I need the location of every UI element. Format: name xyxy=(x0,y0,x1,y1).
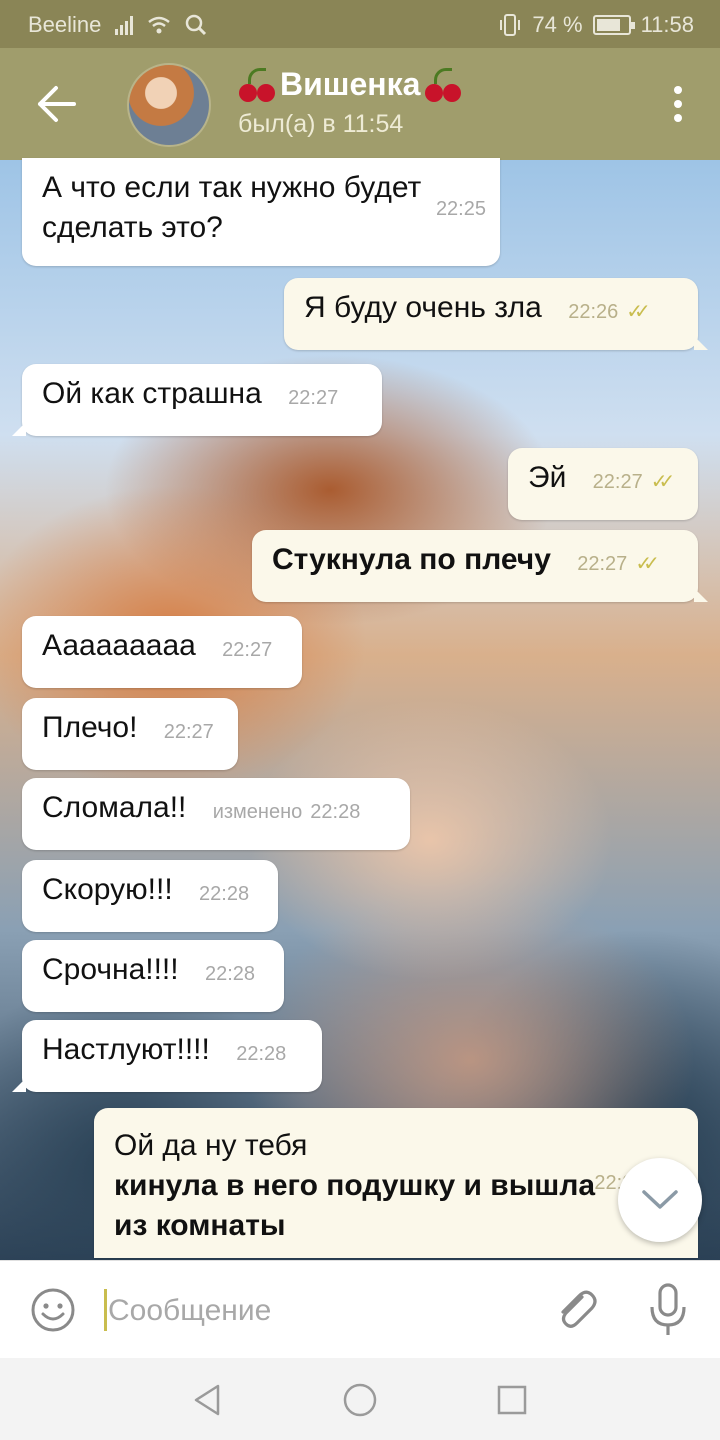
search-icon xyxy=(186,14,207,36)
chat-title-text: Вишенка xyxy=(280,66,421,102)
cherry-icon xyxy=(238,67,276,102)
system-nav-bar xyxy=(0,1358,720,1440)
message-bubble[interactable]: Сломала!! изменено 22:28 xyxy=(22,778,410,850)
read-checks-icon: ✓✓ xyxy=(635,553,659,575)
message-text: Сломала!! xyxy=(42,791,187,824)
message-time: 22:27 xyxy=(222,639,273,661)
battery-icon xyxy=(592,15,635,35)
message-time: 22:28 xyxy=(310,801,361,823)
carrier-name: Beeline xyxy=(28,12,102,37)
message-bubble[interactable]: Я буду очень зла 22:26 ✓✓ xyxy=(284,278,708,350)
edited-label: изменено xyxy=(212,801,303,823)
nav-recents-icon[interactable] xyxy=(492,1380,532,1420)
message-text: Плечо! xyxy=(42,711,138,744)
message-time: 22:27 xyxy=(163,721,214,743)
chat-header: Вишенка был(а) в 11:54 xyxy=(0,48,720,160)
message-bubble[interactable]: А что если так нужно будет сделать это? … xyxy=(22,158,500,266)
vibrate-icon xyxy=(500,14,521,36)
read-checks-icon: ✓✓ xyxy=(626,301,650,323)
message-bubble[interactable]: Плечо! 22:27 xyxy=(22,698,238,770)
message-text: Ой да ну тебя xyxy=(114,1129,308,1162)
message-time: 22:26 xyxy=(568,301,619,323)
message-text: А что если так нужно будет сделать это? xyxy=(42,171,422,244)
battery-percent: 74 % xyxy=(532,12,583,37)
message-bubble[interactable]: Скорую!!! 22:28 xyxy=(22,860,278,932)
scroll-down-button[interactable] xyxy=(618,1158,702,1242)
message-text: Ой как страшна xyxy=(42,377,262,410)
nav-back-icon[interactable] xyxy=(188,1380,228,1420)
message-text: Ааааааааа xyxy=(42,629,196,662)
nav-home-icon[interactable] xyxy=(340,1380,380,1420)
message-text: Настлуют!!!! xyxy=(42,1033,210,1066)
back-arrow-icon[interactable] xyxy=(34,84,78,124)
message-bubble[interactable]: Срочна!!!! 22:28 xyxy=(22,940,284,1012)
message-input-bar xyxy=(0,1260,720,1358)
last-seen-status: был(а) в 11:54 xyxy=(238,110,404,138)
message-text: Стукнула по плечу xyxy=(272,543,551,576)
message-bubble[interactable]: Ааааааааа 22:27 xyxy=(22,616,302,688)
microphone-icon[interactable] xyxy=(646,1283,690,1337)
emoji-icon[interactable] xyxy=(30,1287,76,1333)
message-time: 22:28 xyxy=(199,883,250,905)
wifi-icon xyxy=(148,16,171,34)
message-time: 22:27 xyxy=(577,553,628,575)
more-vert-icon[interactable] xyxy=(672,86,684,122)
chevron-down-icon xyxy=(642,1190,678,1209)
message-bubble[interactable]: Настлуют!!!! 22:28 xyxy=(12,1020,322,1092)
message-text: Скорую!!! xyxy=(42,873,173,906)
avatar[interactable] xyxy=(127,63,211,147)
message-input[interactable] xyxy=(108,1283,528,1339)
status-bar: Beeline 74 % 11:58 xyxy=(0,0,720,48)
message-time: 22:27 xyxy=(288,387,339,409)
message-bubble[interactable]: Стукнула по плечу 22:27 ✓✓ xyxy=(252,530,708,602)
message-bubble[interactable]: Ой да ну тебя кинула в него подушку и вы… xyxy=(94,1108,698,1258)
message-time: 22:28 xyxy=(236,1043,287,1065)
read-checks-icon: ✓✓ xyxy=(650,471,675,493)
text-cursor xyxy=(104,1289,107,1331)
message-time: 22:28 xyxy=(204,963,256,985)
message-action-text: кинула в него подушку и вышла из комнаты xyxy=(114,1169,596,1242)
message-time: 22:27 xyxy=(592,471,643,493)
message-text: Эй xyxy=(528,461,567,494)
message-bubble[interactable]: Эй 22:27 ✓✓ xyxy=(508,448,698,520)
message-text: Срочна!!!! xyxy=(42,953,179,986)
clock: 11:58 xyxy=(640,12,694,37)
message-time: 22:25 xyxy=(435,198,486,220)
signal-icon xyxy=(115,15,134,35)
chat-title[interactable]: Вишенка xyxy=(238,66,462,103)
attach-icon[interactable] xyxy=(552,1285,600,1335)
message-bubble[interactable]: Ой как страшна 22:27 xyxy=(12,364,382,436)
cherry-icon xyxy=(424,67,462,102)
message-text: Я буду очень зла xyxy=(304,291,542,324)
